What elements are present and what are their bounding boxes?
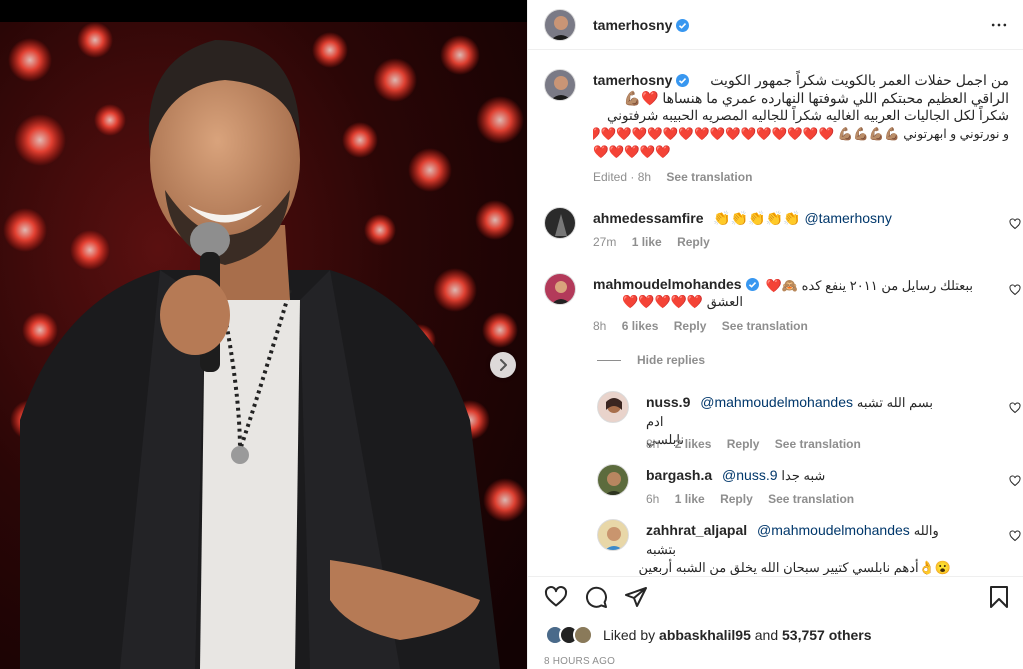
caption-username[interactable]: tamerhosny	[593, 71, 690, 89]
next-slide-button[interactable]	[490, 352, 516, 378]
comment-mention[interactable]: @tamerhosny	[804, 210, 891, 226]
comment-reply-button[interactable]: Reply	[677, 235, 710, 249]
comment-avatar[interactable]	[544, 273, 576, 305]
reply-text-line-1: شبه جدا	[781, 468, 826, 483]
reply-username[interactable]: zahhrat_aljapal	[646, 522, 747, 538]
caption-line-1: من اجمل حفلات العمر بالكويت شكراً جمهور …	[710, 72, 1009, 88]
reply-text-line-2: 😮👌أدهم نابلسي كتيير سبحان الله يخلق من ا…	[638, 560, 951, 575]
reply-time: 8h	[646, 437, 660, 451]
reply-username[interactable]: nuss.9	[646, 394, 690, 410]
caption-hearts: ❤️❤️❤️❤️❤️❤️❤️❤️❤️❤️❤️❤️❤️❤️❤️❤️❤️❤️❤️❤️…	[593, 127, 835, 141]
author-username-text[interactable]: tamerhosny	[593, 17, 672, 33]
heart-outline-icon[interactable]	[1009, 218, 1021, 230]
heart-outline-icon[interactable]	[1009, 284, 1021, 296]
comment-time: 8h	[593, 319, 607, 333]
likes-conjunction: and	[754, 627, 779, 643]
reply-reply-button[interactable]: Reply	[720, 492, 753, 506]
comment-text: 👏👏👏👏👏	[713, 210, 801, 226]
post-dialog: tamerhosny tamerhosny من اجمل حفلات العم…	[0, 0, 1023, 669]
comment-username[interactable]: ahmedessamfire	[593, 210, 704, 226]
reply-body: bargash.a @nuss.9 شبه جدا	[646, 466, 951, 485]
reply-meta: 6h 1 like Reply See translation	[646, 492, 866, 506]
caption-line-2: الراقي العظيم محبتكم اللي شوفتها النهارد…	[623, 90, 1009, 106]
reply-mention[interactable]: @mahmoudelmohandes	[757, 522, 910, 538]
comment-text-line-1: ببعتلك رسايل من ٢٠١١ ينفع كده 🙈❤️	[765, 278, 973, 293]
caption-edited-time: Edited · 8h	[593, 170, 652, 184]
caption-line-4: و نورتوني و ابهرتوني 💪🏽💪🏽💪🏽💪🏽 ❤️❤️❤️❤️❤️…	[593, 125, 1009, 143]
caption-hearts-2: ❤️❤️❤️❤️❤️	[593, 145, 671, 159]
comment-username[interactable]: mahmoudelmohandes	[593, 275, 759, 293]
concert-photo	[0, 22, 527, 669]
post-photo	[0, 0, 527, 669]
reply-time: 6h	[646, 492, 660, 506]
comment-see-translation[interactable]: See translation	[722, 319, 808, 333]
heart-outline-icon[interactable]	[1009, 402, 1021, 414]
hide-replies-label[interactable]: Hide replies	[637, 353, 705, 367]
post-time-ago[interactable]: 8 HOURS AGO	[544, 656, 615, 667]
likes-prefix: Liked by	[603, 627, 656, 643]
reply-avatar[interactable]	[597, 391, 629, 423]
reply-avatar[interactable]	[597, 464, 629, 496]
photo-top-bar	[0, 0, 527, 22]
reply-likes[interactable]: 2 likes	[675, 437, 712, 451]
comments-list: tamerhosny من اجمل حفلات العمر بالكويت ش…	[528, 51, 1023, 575]
comment-avatar[interactable]	[544, 207, 576, 239]
likes-summary: Liked by abbaskhalil95 and 53,757 others	[545, 625, 872, 645]
comment-reply-button[interactable]: Reply	[674, 319, 707, 333]
comment-likes[interactable]: 6 likes	[622, 319, 659, 333]
verified-badge-icon	[676, 19, 690, 32]
caption-username-text[interactable]: tamerhosny	[593, 72, 672, 88]
caption-text: tamerhosny من اجمل حفلات العمر بالكويت ش…	[593, 71, 1009, 161]
post-actions: Liked by abbaskhalil95 and 53,757 others…	[528, 576, 1023, 669]
comment-text-line-2: العشق ❤️❤️❤️❤️❤️	[622, 294, 743, 309]
author-username[interactable]: tamerhosny	[593, 17, 690, 33]
heart-outline-icon[interactable]	[544, 585, 568, 609]
comment-meta: 27m 1 like Reply	[593, 235, 722, 249]
caption-line-3: شكراً لكل الجاليات العربيه الغاليه شكراً…	[607, 108, 1009, 123]
reply-mention[interactable]: @mahmoudelmohandes	[700, 394, 853, 410]
liker-avatars	[545, 625, 597, 645]
reply-body: zahhrat_aljapal @mahmoudelmohandes والله…	[638, 521, 951, 575]
comment-likes[interactable]: 1 like	[632, 235, 662, 249]
comment-meta: 8h 6 likes Reply See translation	[593, 319, 820, 333]
liker-avatar[interactable]	[573, 625, 593, 645]
caption-avatar[interactable]	[544, 69, 576, 101]
caption-line-4-text: و نورتوني و ابهرتوني 💪🏽💪🏽💪🏽💪🏽	[837, 127, 1009, 141]
verified-badge-icon	[676, 74, 690, 87]
author-avatar[interactable]	[544, 9, 576, 41]
hide-replies-button[interactable]: Hide replies	[597, 353, 705, 367]
comment-icon[interactable]	[584, 585, 608, 609]
hide-replies-divider	[597, 359, 621, 361]
bookmark-icon[interactable]	[988, 585, 1010, 609]
reply-reply-button[interactable]: Reply	[727, 437, 760, 451]
paper-plane-icon[interactable]	[624, 585, 648, 609]
post-panel: tamerhosny tamerhosny من اجمل حفلات العم…	[527, 0, 1023, 669]
reply-likes[interactable]: 1 like	[675, 492, 705, 506]
comment-username-text[interactable]: mahmoudelmohandes	[593, 276, 742, 292]
heart-outline-icon[interactable]	[1009, 475, 1021, 487]
caption-meta: Edited · 8h See translation	[593, 170, 764, 184]
reply-see-translation[interactable]: See translation	[775, 437, 861, 451]
likes-others[interactable]: 53,757 others	[782, 627, 872, 643]
likes-user[interactable]: abbaskhalil95	[659, 627, 751, 643]
more-horizontal-icon[interactable]	[989, 15, 1009, 35]
comment-body: ahmedessamfire 👏👏👏👏👏 @tamerhosny	[593, 209, 973, 227]
reply-see-translation[interactable]: See translation	[768, 492, 854, 506]
comment-body: mahmoudelmohandes ببعتلك رسايل من ٢٠١١ ي…	[593, 275, 973, 311]
reply-mention[interactable]: @nuss.9	[722, 467, 777, 483]
post-header: tamerhosny	[528, 0, 1023, 50]
chevron-right-icon	[500, 359, 507, 371]
reply-avatar[interactable]	[597, 519, 629, 551]
reply-username[interactable]: bargash.a	[646, 467, 712, 483]
comment-time: 27m	[593, 235, 617, 249]
reply-meta: 8h 2 likes Reply See translation	[646, 437, 873, 451]
heart-outline-icon[interactable]	[1009, 530, 1021, 542]
caption-see-translation[interactable]: See translation	[666, 170, 752, 184]
